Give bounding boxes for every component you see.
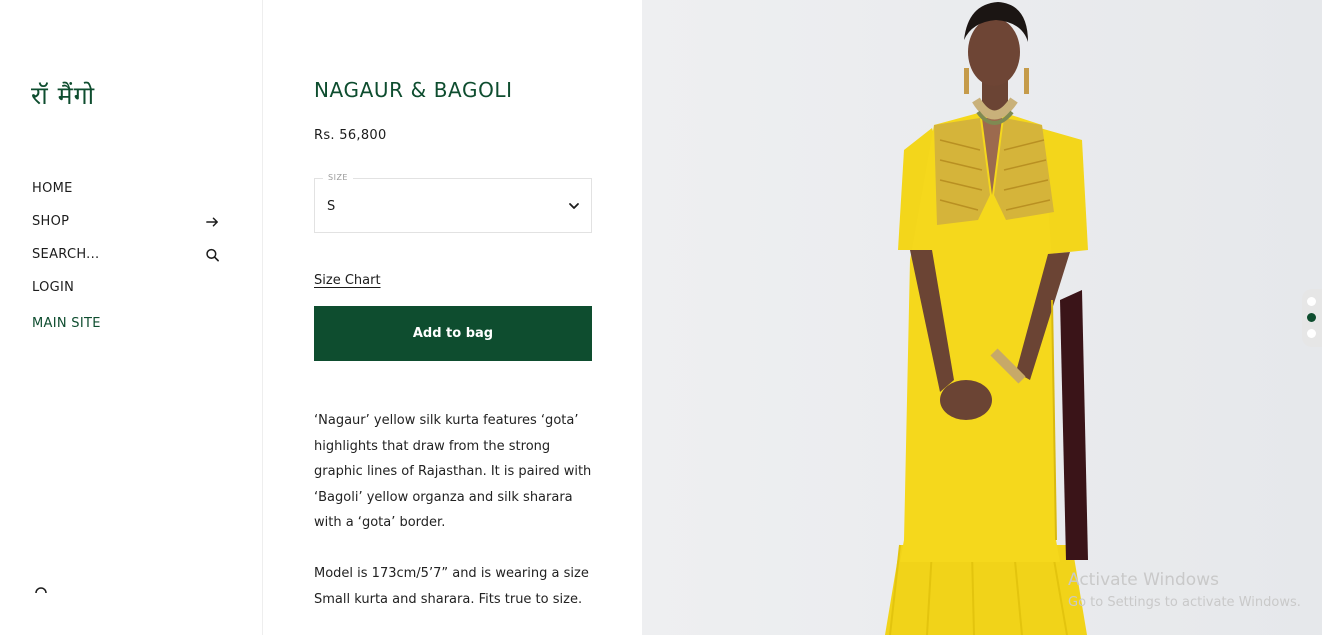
add-to-bag-button[interactable]: Add to bag xyxy=(314,306,592,361)
gallery-dot-2[interactable] xyxy=(1307,313,1316,322)
nav-shop[interactable]: SHOP xyxy=(32,205,222,238)
model-photo xyxy=(642,0,1322,635)
nav-login-label: LOGIN xyxy=(32,280,75,295)
size-select-value: S xyxy=(327,199,336,214)
gallery-dot-1[interactable] xyxy=(1307,297,1316,306)
nav-home[interactable]: HOME xyxy=(32,172,222,205)
gallery-dot-3[interactable] xyxy=(1307,329,1316,338)
account-icon[interactable] xyxy=(35,585,47,593)
nav-main-site[interactable]: MAIN SITE xyxy=(32,307,222,340)
activate-windows-subtitle: Go to Settings to activate Windows. xyxy=(1068,595,1301,610)
nav-home-label: HOME xyxy=(32,181,73,196)
nav-login[interactable]: LOGIN xyxy=(32,271,222,304)
arrow-right-icon xyxy=(206,217,218,226)
nav-shop-label: SHOP xyxy=(32,214,70,229)
model-info: Model is 173cm/5’7” and is wearing a siz… xyxy=(314,566,589,607)
activate-windows-title: Activate Windows xyxy=(1068,570,1219,590)
product-description: ‘Nagaur’ yellow silk kurta features ‘got… xyxy=(314,413,592,530)
product-title: NAGAUR & BAGOLI xyxy=(314,78,513,102)
gallery-pagination xyxy=(1302,289,1322,347)
size-select-label: SIZE xyxy=(323,173,353,182)
size-chart-link[interactable]: Size Chart xyxy=(314,273,381,288)
nav-search[interactable]: SEARCH... xyxy=(32,238,222,271)
nav-main-site-label: MAIN SITE xyxy=(32,316,101,331)
product-price: Rs. 56,800 xyxy=(314,128,387,143)
chevron-down-icon xyxy=(569,203,579,209)
size-select[interactable]: SIZE S xyxy=(314,173,592,233)
search-icon xyxy=(206,248,219,261)
nav-search-label: SEARCH... xyxy=(32,247,100,262)
main-nav: HOME SHOP SEARCH... LOGIN MAIN SITE xyxy=(32,172,222,340)
brand-logo[interactable]: रॉ मैंगो xyxy=(31,78,95,112)
product-image[interactable] xyxy=(642,0,1322,635)
sidebar: रॉ मैंगो HOME SHOP SEARCH... LOGIN MAIN … xyxy=(0,0,263,635)
